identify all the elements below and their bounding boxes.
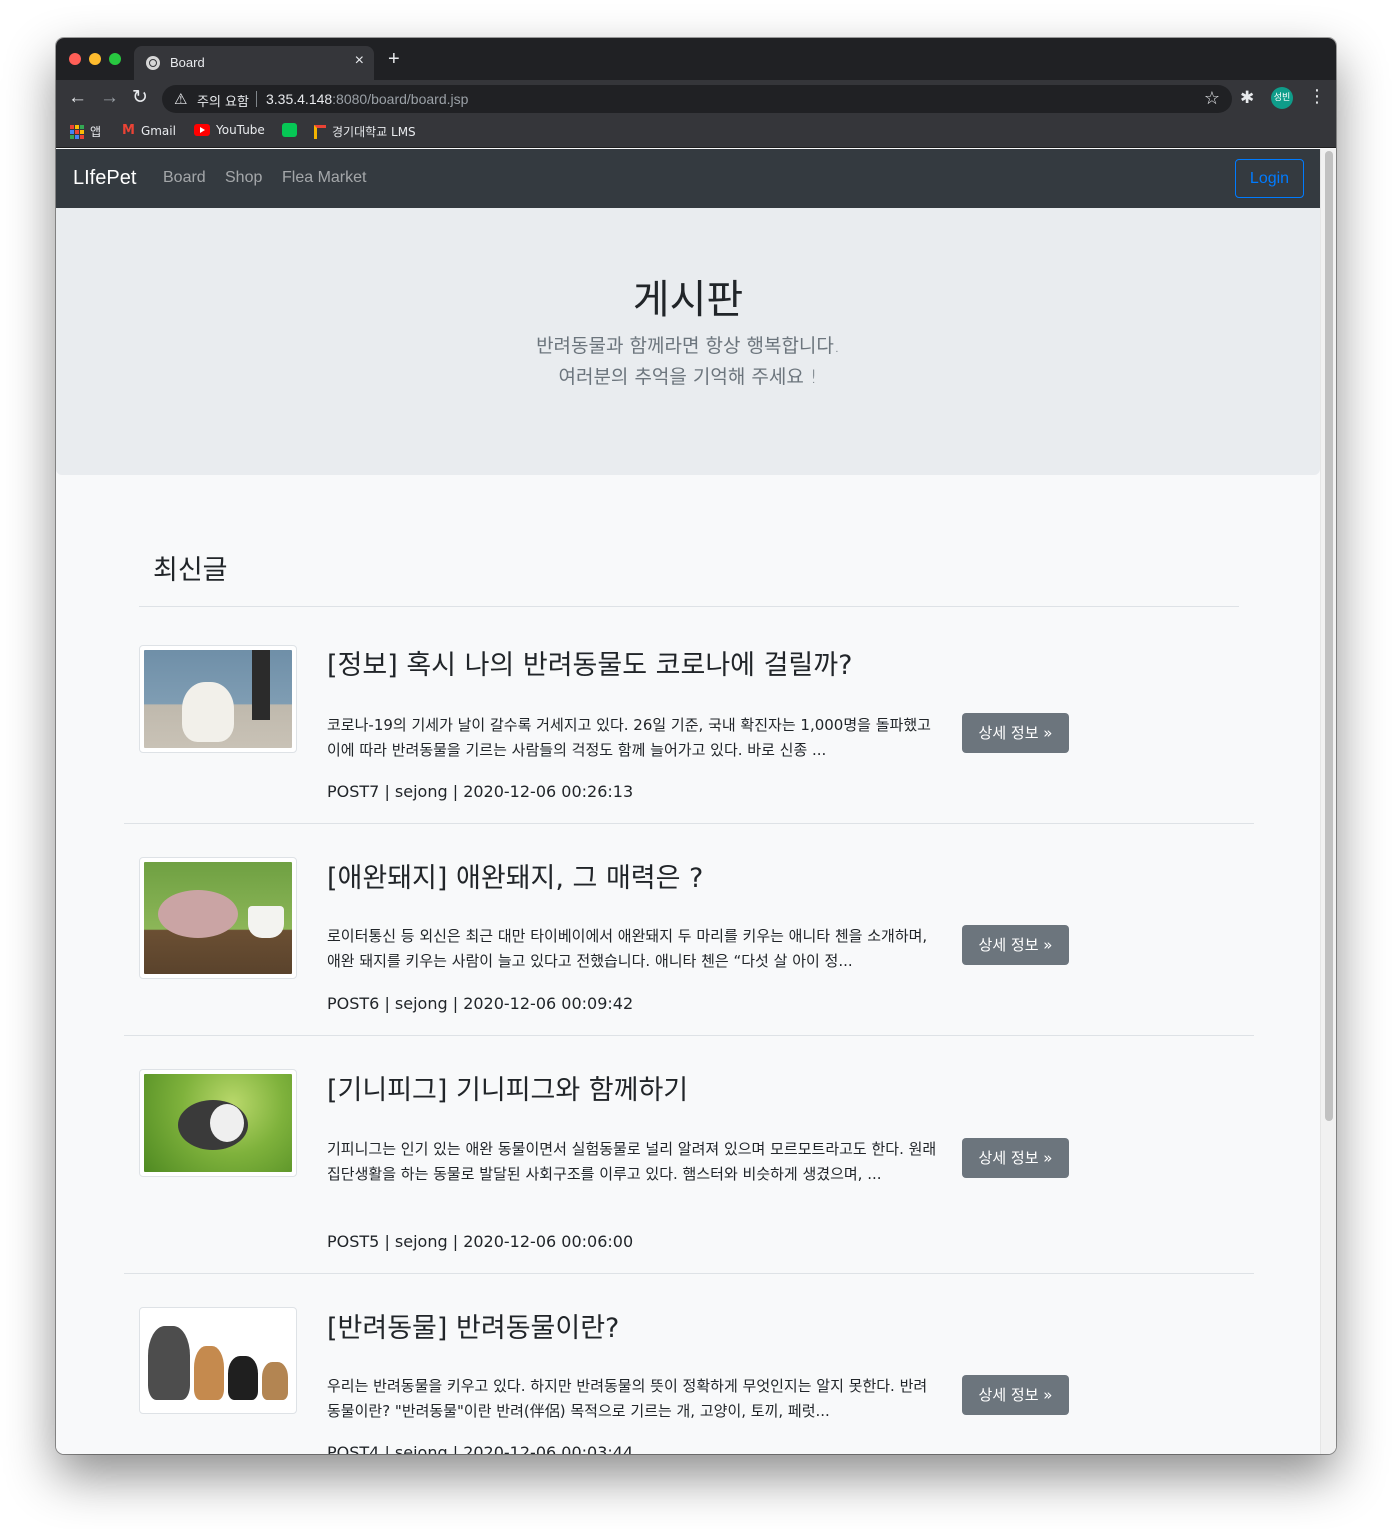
post-item: [반려동물] 반려동물이란? 우리는 반려동물을 키우고 있다. 하지만 반려동…: [124, 1274, 1254, 1454]
globe-icon: [146, 56, 160, 70]
detail-button[interactable]: 상세 정보 »: [962, 925, 1069, 965]
nav-link-flea-market[interactable]: Flea Market: [282, 169, 366, 187]
close-window-button[interactable]: [69, 53, 81, 65]
url-text[interactable]: 3.35.4.148:8080/board/board.jsp: [266, 91, 468, 107]
post-meta: POST4 | sejong | 2020-12-06 00:03:44: [327, 1443, 634, 1454]
warning-icon[interactable]: ⚠: [174, 90, 187, 108]
more-menu-icon[interactable]: ⋮: [1308, 86, 1326, 106]
close-tab-icon[interactable]: ×: [355, 53, 364, 69]
site-brand[interactable]: LIfePet: [73, 167, 136, 190]
dogs-and-cats-photo: [144, 1312, 292, 1409]
url-path: :8080/board/board.jsp: [332, 91, 469, 107]
post-meta: POST5 | sejong | 2020-12-06 00:06:00: [327, 1232, 634, 1251]
login-button[interactable]: Login: [1235, 159, 1304, 198]
detail-button[interactable]: 상세 정보 »: [962, 1375, 1069, 1415]
bookmark-star-icon[interactable]: ☆: [1204, 88, 1220, 109]
reload-icon[interactable]: ↻: [132, 87, 148, 109]
site-navbar: LIfePet Board Shop Flea Market Login: [56, 149, 1320, 208]
bookmark-gmail[interactable]: M Gmail: [122, 123, 176, 138]
post-excerpt: 로이터통신 등 외신은 최근 대만 타이베이에서 애완돼지 두 마리를 키우는 …: [327, 927, 928, 970]
profile-avatar[interactable]: 성빈: [1271, 87, 1293, 109]
forward-arrow-icon[interactable]: →: [100, 87, 119, 109]
detail-button[interactable]: 상세 정보 »: [962, 1138, 1069, 1178]
dog-with-mask-photo: [144, 650, 292, 748]
bookmark-label: 앱: [90, 125, 102, 139]
address-bar[interactable]: ⚠ 주의 요함 3.35.4.148:8080/board/board.jsp …: [162, 85, 1232, 113]
page-title: 게시판: [632, 277, 744, 323]
post-title[interactable]: [기니피그] 기니피그와 함께하기: [327, 1068, 688, 1107]
lms-icon: [314, 124, 326, 139]
section-title: 최신글: [153, 555, 228, 586]
apps-grid-icon: [70, 124, 84, 139]
post-title[interactable]: [반려동물] 반려동물이란?: [327, 1306, 619, 1345]
back-arrow-icon[interactable]: ←: [68, 87, 87, 109]
browser-window: Board × + ← → ↻ ⚠ 주의 요함 3.35.4.148:8080/…: [56, 38, 1336, 1454]
hero-subtitle: 여러분의 추억을 기억해 주세요 !: [558, 366, 818, 388]
extensions-puzzle-icon[interactable]: ✱: [1240, 88, 1254, 108]
bookmark-label: 경기대학교 LMS: [332, 125, 416, 139]
post-thumbnail[interactable]: [139, 1069, 297, 1177]
post-thumbnail[interactable]: [139, 645, 297, 753]
post-meta: POST7 | sejong | 2020-12-06 00:26:13: [327, 782, 634, 801]
bookmark-youtube[interactable]: YouTube: [194, 123, 265, 137]
tab-strip: Board × +: [56, 38, 1336, 80]
post-excerpt: 코로나-19의 기세가 날이 갈수록 거세지고 있다. 26일 기준, 국내 확…: [327, 716, 931, 759]
bookmark-apps[interactable]: 앱: [70, 123, 101, 140]
nav-link-shop[interactable]: Shop: [225, 169, 262, 187]
guinea-pig-photo: [144, 1074, 292, 1172]
bookmark-lms[interactable]: 경기대학교 LMS: [314, 123, 416, 140]
post-item: [애완돼지] 애완돼지, 그 매력은 ? 로이터통신 등 외신은 최근 대만 타…: [124, 824, 1254, 1036]
browser-toolbar: ← → ↻ ⚠ 주의 요함 3.35.4.148:8080/board/boar…: [56, 80, 1336, 118]
piglet-photo: [144, 862, 292, 974]
tab-title: Board: [170, 55, 205, 70]
post-item: [기니피그] 기니피그와 함께하기 기피니그는 인기 있는 애완 동물이면서 실…: [124, 1036, 1254, 1274]
minimize-window-button[interactable]: [89, 53, 101, 65]
post-title[interactable]: [정보] 혹시 나의 반려동물도 코로나에 걸릴까?: [327, 643, 852, 682]
bookmark-label: YouTube: [216, 123, 265, 137]
bookmarks-bar: 앱 M Gmail YouTube 경기대학교 LMS: [56, 118, 1336, 148]
post-meta: POST6 | sejong | 2020-12-06 00:09:42: [327, 994, 634, 1013]
post-thumbnail[interactable]: [139, 1307, 297, 1414]
post-thumbnail[interactable]: [139, 857, 297, 979]
hero-subtitle: 반려동물과 함께라면 항상 행복합니다.: [536, 335, 840, 357]
post-excerpt: 우리는 반려동물을 키우고 있다. 하지만 반려동물의 뜻이 정확하게 무엇인지…: [327, 1377, 928, 1420]
maximize-window-button[interactable]: [109, 53, 121, 65]
bookmark-label: Gmail: [140, 123, 176, 138]
hero-banner: 게시판 반려동물과 함께라면 항상 행복합니다. 여러분의 추억을 기억해 주세…: [56, 208, 1320, 475]
page-viewport: LIfePet Board Shop Flea Market Login 게시판…: [56, 149, 1336, 1454]
scrollbar-thumb[interactable]: [1325, 151, 1333, 1121]
url-host: 3.35.4.148: [266, 91, 333, 107]
line-icon: [282, 123, 297, 137]
gmail-icon: M: [122, 123, 135, 138]
browser-tab[interactable]: Board ×: [134, 46, 374, 80]
post-excerpt: 기피니그는 인기 있는 애완 동물이면서 실험동물로 널리 알려져 있으며 모르…: [327, 1140, 937, 1183]
post-title[interactable]: [애완돼지] 애완돼지, 그 매력은 ?: [327, 856, 703, 895]
nav-link-board[interactable]: Board: [163, 169, 206, 187]
post-item: [정보] 혹시 나의 반려동물도 코로나에 걸릴까? 코로나-19의 기세가 날…: [124, 607, 1254, 824]
bookmark-line[interactable]: [282, 123, 297, 137]
security-label[interactable]: 주의 요함: [197, 91, 249, 110]
page-scrollbar[interactable]: [1320, 149, 1336, 1454]
detail-button[interactable]: 상세 정보 »: [962, 713, 1069, 753]
new-tab-button[interactable]: +: [388, 49, 400, 69]
youtube-icon: [194, 124, 210, 136]
divider: [256, 91, 257, 107]
